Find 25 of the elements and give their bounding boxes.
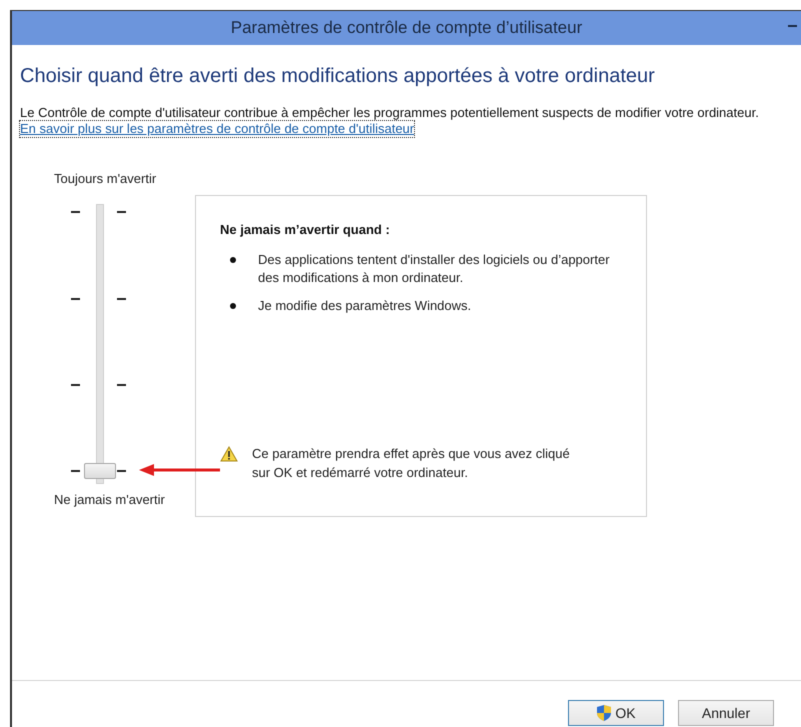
shield-icon (596, 704, 612, 722)
tick-mark (117, 211, 126, 213)
tick-mark (117, 298, 126, 300)
tick-mark (71, 470, 80, 472)
bullet-text: Je modifie des paramètres Windows. (258, 297, 472, 315)
slider-bottom-label: Ne jamais m'avertir (54, 492, 165, 507)
tick-mark (117, 384, 126, 386)
learn-more-link[interactable]: En savoir plus sur les paramètres de contrôle de compte d'utilisateur (20, 121, 414, 137)
bullet-icon (230, 303, 236, 309)
tick-mark (71, 211, 80, 213)
tick-mark (117, 470, 126, 472)
info-title: Ne jamais m’avertir quand : (220, 222, 391, 237)
tick-mark (71, 384, 80, 386)
cancel-button[interactable]: Annuler (678, 700, 774, 726)
description-text: Le Contrôle de compte d'utilisateur contribue à empêcher les programmes potentiellement suspects de modifier votre ordinateur. (20, 104, 760, 121)
bullet-text: Des applications tentent d'installer des logiciels ou d’apporter des modifications à mon ordinateur. (258, 251, 611, 287)
window-title: Paramètres de contrôle de compte d’utilisateur (230, 18, 582, 38)
warning-icon (220, 446, 238, 462)
slider-thumb[interactable] (84, 463, 116, 479)
bullet-icon (230, 257, 236, 263)
ok-button[interactable]: OK (568, 700, 664, 726)
slider-top-label: Toujours m'avertir (54, 171, 156, 186)
page-heading: Choisir quand être averti des modifications apportées à votre ordinateur (20, 65, 656, 88)
tick-mark (71, 298, 80, 300)
warning-text: Ce paramètre prendra effet après que vous avez cliqué sur OK et redémarré votre ordinateur. (252, 445, 571, 482)
